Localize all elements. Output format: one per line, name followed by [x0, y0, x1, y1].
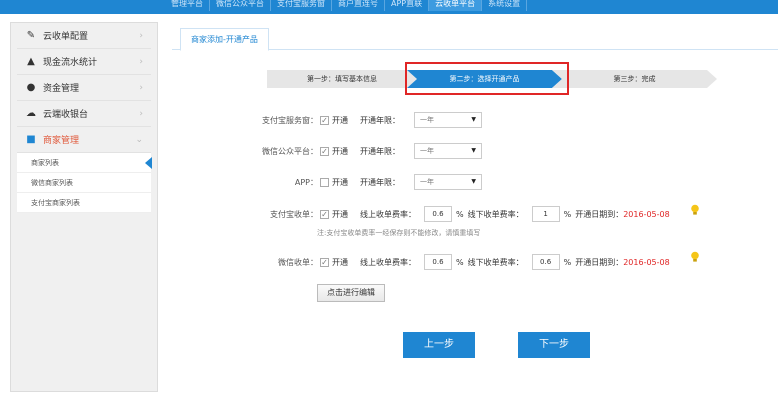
cloud-icon: ☁: [26, 108, 36, 119]
sidebar-item-cloud-cashier[interactable]: ☁ 云端收银台 ›: [17, 101, 151, 127]
wechat-date-value: 2016-05-08: [623, 257, 670, 267]
wechat-platform-years-select[interactable]: 一年 ▼: [414, 143, 482, 159]
wechat-platform-years-label: 开通年限：: [360, 146, 400, 156]
wechat-online-pct: %: [456, 257, 464, 267]
alipay-service-years-select[interactable]: 一年 ▼: [414, 112, 482, 128]
sidebar-item-merchant[interactable]: ■ 商家管理 ⌄: [17, 127, 151, 153]
dropdown-arrow-icon: ▼: [471, 147, 476, 154]
alipay-online-rate-input[interactable]: 0.6: [424, 206, 452, 222]
chevron-right-icon: ›: [139, 31, 143, 41]
top-nav-item-alipay[interactable]: 支付宝服务窗: [271, 0, 332, 11]
step-3-label: 第三步：完成: [613, 75, 656, 83]
submenu-item-alipay-merchant-list[interactable]: 支付宝商家列表: [17, 193, 151, 213]
wechat-online-rate-label: 线上收单费率：: [360, 257, 416, 267]
edit-button[interactable]: 点击进行编辑: [317, 284, 385, 302]
step-1: 第一步：填写基本信息: [267, 70, 417, 88]
app-years-label: 开通年限：: [360, 177, 400, 187]
sidebar-item-label: 资金管理: [43, 84, 80, 94]
alipay-date-value: 2016-05-08: [623, 209, 670, 219]
sidebar-item-label: 云收单配置: [43, 32, 89, 42]
dropdown-arrow-icon: ▼: [471, 116, 476, 123]
submenu-item-merchant-list[interactable]: 商家列表: [17, 153, 152, 173]
step-3: 第三步：完成: [552, 70, 717, 88]
wechat-pay-label: 微信收单：: [278, 257, 318, 267]
sidebar-submenu: 商家列表 微信商家列表 支付宝商家列表: [17, 153, 152, 213]
sidebar-item-cloud-config[interactable]: ✎ 云收单配置 ›: [17, 23, 151, 49]
row-app: APP： 开通 开通年限： 一年 ▼: [172, 174, 482, 190]
alipay-offline-rate-label: 线下收单费率：: [467, 209, 524, 219]
top-nav-item-settings[interactable]: 系统设置: [482, 0, 528, 11]
top-nav-bar: 管理平台 微信公众平台 支付宝服务窗 商户直连号 APP直联 云收单平台 系统设…: [0, 0, 778, 14]
prev-step-button[interactable]: 上一步: [403, 332, 475, 358]
alipay-pay-open-text: 开通: [332, 209, 348, 219]
top-nav-item-admin[interactable]: 管理平台: [165, 0, 210, 11]
alipay-online-pct: %: [456, 209, 464, 219]
app-open-text: 开通: [332, 177, 348, 187]
alipay-offline-pct: %: [563, 209, 572, 219]
top-nav-item-app[interactable]: APP直联: [385, 0, 430, 11]
top-nav-item-merchant[interactable]: 商户直连号: [332, 0, 385, 11]
sidebar-item-label: 商家管理: [43, 136, 80, 146]
step-1-label: 第一步：填写基本信息: [307, 75, 377, 83]
alipay-service-checkbox[interactable]: ✓: [320, 115, 329, 125]
top-nav-item-cloud-pay[interactable]: 云收单平台: [429, 0, 483, 11]
wechat-offline-pct: %: [563, 257, 572, 267]
alipay-offline-rate-input[interactable]: 1: [531, 206, 560, 222]
alipay-online-rate-label: 线上收单费率：: [360, 209, 416, 219]
wechat-pay-open-text: 开通: [332, 257, 348, 267]
wechat-online-rate-input[interactable]: 0.6: [424, 254, 452, 270]
app-years-select[interactable]: 一年 ▼: [414, 174, 482, 190]
tab-add-merchant-products[interactable]: 商家添加-开通产品: [180, 28, 269, 51]
app-years-value: 一年: [420, 178, 434, 186]
submenu-item-wechat-merchant-list[interactable]: 微信商家列表: [17, 173, 151, 193]
lightbulb-icon[interactable]: [690, 204, 700, 216]
flask-icon: ▲: [27, 56, 35, 67]
dropdown-arrow-icon: ▼: [471, 178, 476, 185]
row-wechat-pay: 微信收单： ✓ 开通 线上收单费率： 0.6 % 线下收单费率： 0.6 % 开…: [172, 254, 670, 270]
alipay-service-years-label: 开通年限：: [360, 115, 400, 125]
tab-bar: 商家添加-开通产品: [172, 24, 778, 51]
app-checkbox[interactable]: [320, 177, 329, 187]
sidebar-item-funds[interactable]: ● 资金管理 ›: [17, 75, 151, 101]
top-nav: 管理平台 微信公众平台 支付宝服务窗 商户直连号 APP直联 云收单平台 系统设…: [165, 0, 528, 11]
next-step-button[interactable]: 下一步: [518, 332, 590, 358]
chevron-right-icon: ›: [139, 109, 143, 119]
chevron-right-icon: ›: [139, 57, 143, 67]
chevron-down-icon: ⌄: [135, 135, 143, 145]
wechat-offline-rate-input[interactable]: 0.6: [531, 254, 560, 270]
wechat-platform-years-value: 一年: [420, 147, 434, 155]
step-2-label: 第二步：选择开通产品: [449, 75, 520, 83]
gear-icon: ✎: [26, 30, 36, 41]
wechat-date-label: 开通日期到：: [575, 257, 624, 267]
money-bag-icon: ●: [26, 82, 36, 93]
alipay-service-open-text: 开通: [332, 115, 348, 125]
wechat-platform-label: 微信公众平台：: [262, 146, 318, 156]
sidebar-item-label: 现金流水统计: [43, 58, 98, 68]
sidebar: ✎ 云收单配置 › ▲ 现金流水统计 › ● 资金管理 › ☁ 云端收银台 › …: [10, 22, 158, 392]
wechat-offline-rate-label: 线下收单费率：: [467, 257, 524, 267]
merchant-icon: ■: [26, 134, 36, 145]
rate-note: 注:支付宝收单费率一经保存则不能修改，请慎重填写: [317, 229, 481, 237]
alipay-pay-label: 支付宝收单：: [270, 209, 318, 219]
alipay-pay-checkbox[interactable]: ✓: [320, 209, 329, 219]
alipay-service-label: 支付宝服务窗：: [262, 115, 318, 125]
wechat-platform-open-text: 开通: [332, 146, 348, 156]
row-alipay-pay: 支付宝收单： ✓ 开通 线上收单费率： 0.6 % 线下收单费率： 1 % 开通…: [172, 206, 670, 222]
sidebar-item-cash-stats[interactable]: ▲ 现金流水统计 ›: [17, 49, 151, 75]
sidebar-item-label: 云端收银台: [43, 110, 89, 120]
wechat-platform-checkbox[interactable]: ✓: [320, 146, 329, 156]
wechat-pay-checkbox[interactable]: ✓: [320, 257, 329, 267]
row-alipay-service: 支付宝服务窗： ✓ 开通 开通年限： 一年 ▼: [172, 112, 482, 128]
app-label: APP：: [294, 177, 318, 187]
lightbulb-icon[interactable]: [690, 251, 700, 263]
alipay-service-years-value: 一年: [420, 116, 434, 124]
row-wechat-platform: 微信公众平台： ✓ 开通 开通年限： 一年 ▼: [172, 143, 482, 159]
alipay-date-label: 开通日期到：: [575, 209, 624, 219]
top-nav-item-wechat[interactable]: 微信公众平台: [210, 0, 271, 11]
chevron-right-icon: ›: [139, 83, 143, 93]
